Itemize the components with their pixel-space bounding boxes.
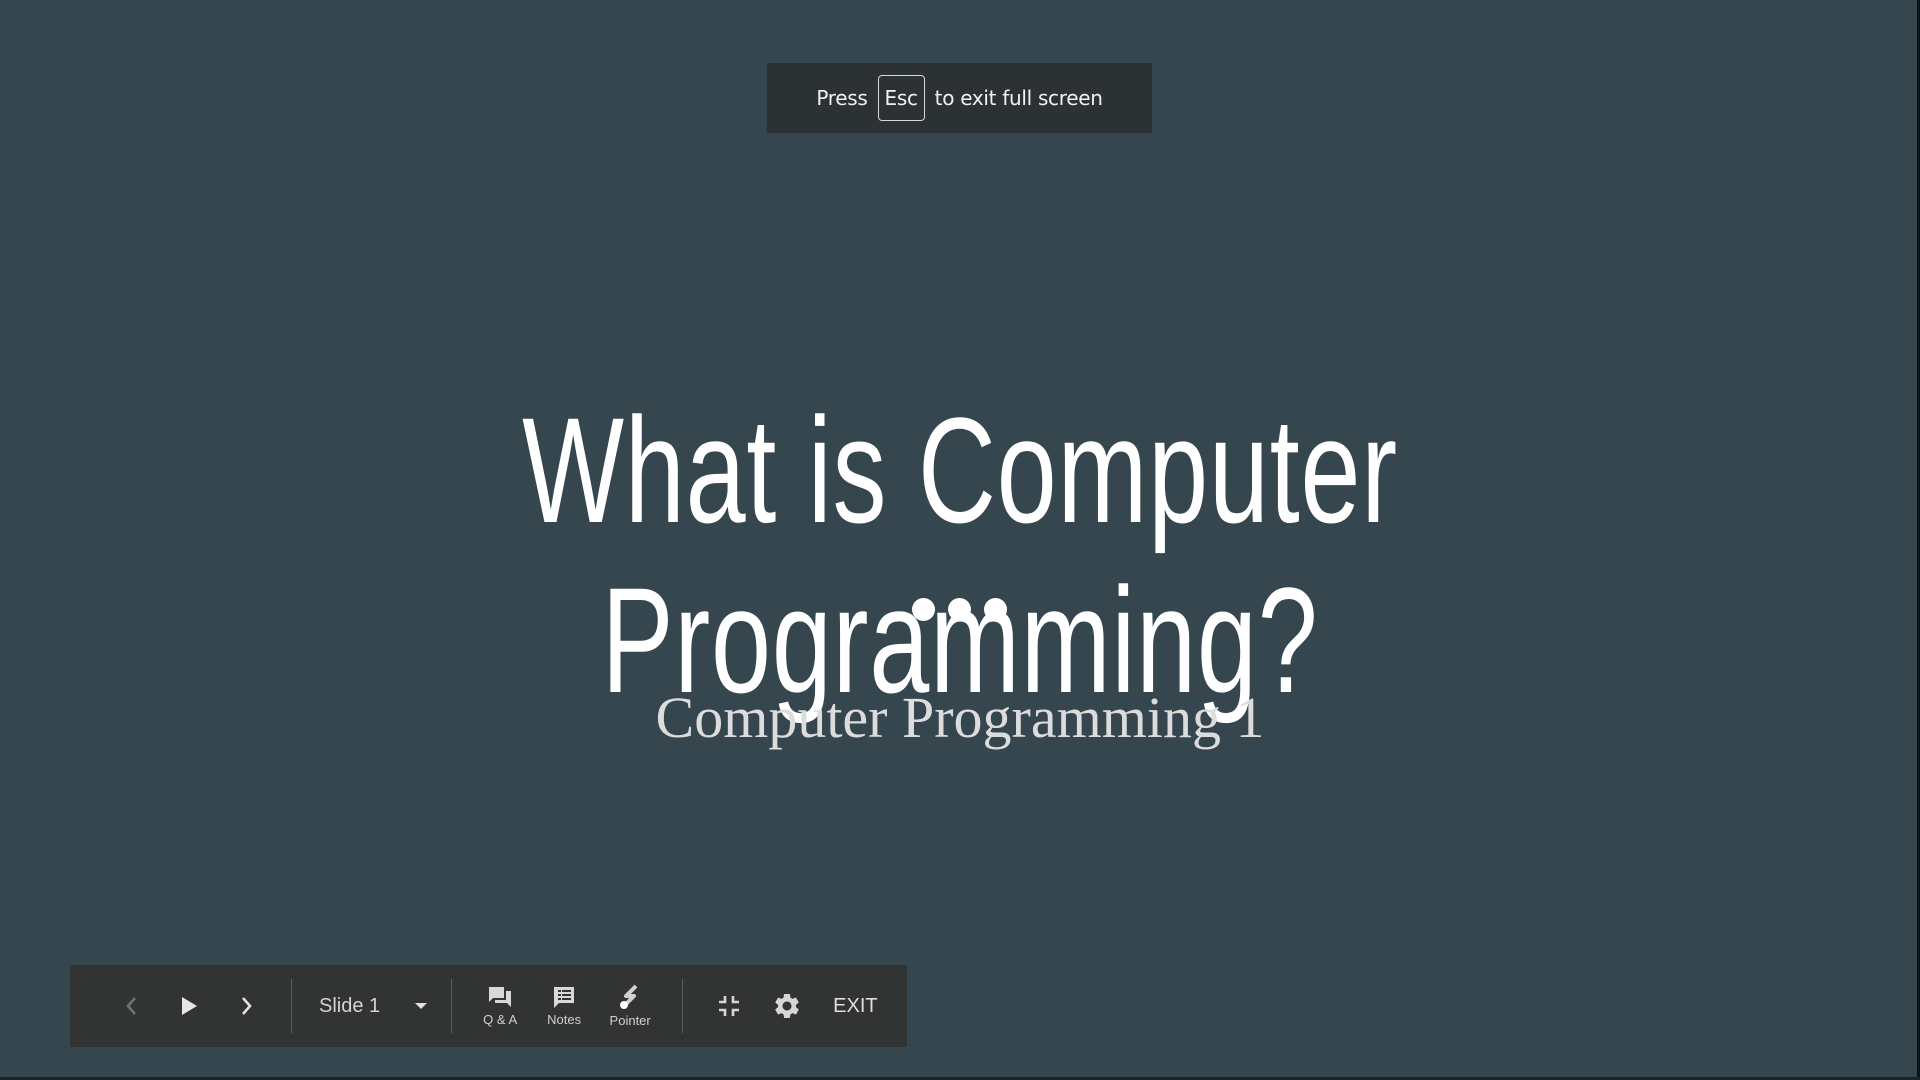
exit-fullscreen-button[interactable] [709,995,749,1017]
caret-down-icon [415,1003,428,1009]
next-slide-button[interactable] [228,995,266,1017]
dot [948,598,971,621]
chevron-left-icon [126,997,136,1015]
dot [984,598,1007,621]
pointer-label: Pointer [609,1013,651,1028]
exit-button[interactable]: EXIT [833,995,877,1018]
qa-button[interactable]: Q & A [472,985,528,1027]
qa-label: Q & A [483,1012,518,1027]
slide-subtitle: Computer Programming 1 [655,685,1265,750]
notice-suffix: to exit full screen [934,86,1103,110]
exit-fullscreen-icon [719,996,740,1016]
slide-selector-value: Slide 1 [319,994,381,1017]
fullscreen-notice: Press Esc to exit full screen [767,63,1152,133]
three-dots-icon [912,598,1007,621]
presenter-toolbar: Slide 1 Q & A Notes Pointer EXIT [70,965,907,1047]
play-button[interactable] [170,995,208,1017]
toolbar-divider [451,979,453,1033]
gear-icon [775,994,799,1018]
settings-button[interactable] [767,991,807,1021]
notes-button[interactable]: Notes [536,985,592,1027]
notes-icon [554,987,575,1008]
slide-selector-dropdown[interactable]: Slide 1 [319,995,429,1018]
slide-title: What is Computer Programming? [522,386,1398,724]
notice-prefix: Press [816,86,868,110]
chevron-right-icon [242,997,252,1015]
pointer-button[interactable]: Pointer [600,984,660,1028]
previous-slide-button[interactable] [112,995,150,1017]
play-icon [182,997,197,1015]
toolbar-divider [291,979,292,1033]
qa-chat-icon [489,987,512,1007]
dot [912,598,935,621]
toolbar-divider [682,979,684,1033]
esc-key-badge: Esc [877,75,925,121]
notes-label: Notes [547,1012,582,1027]
laser-pointer-icon [620,984,638,1009]
